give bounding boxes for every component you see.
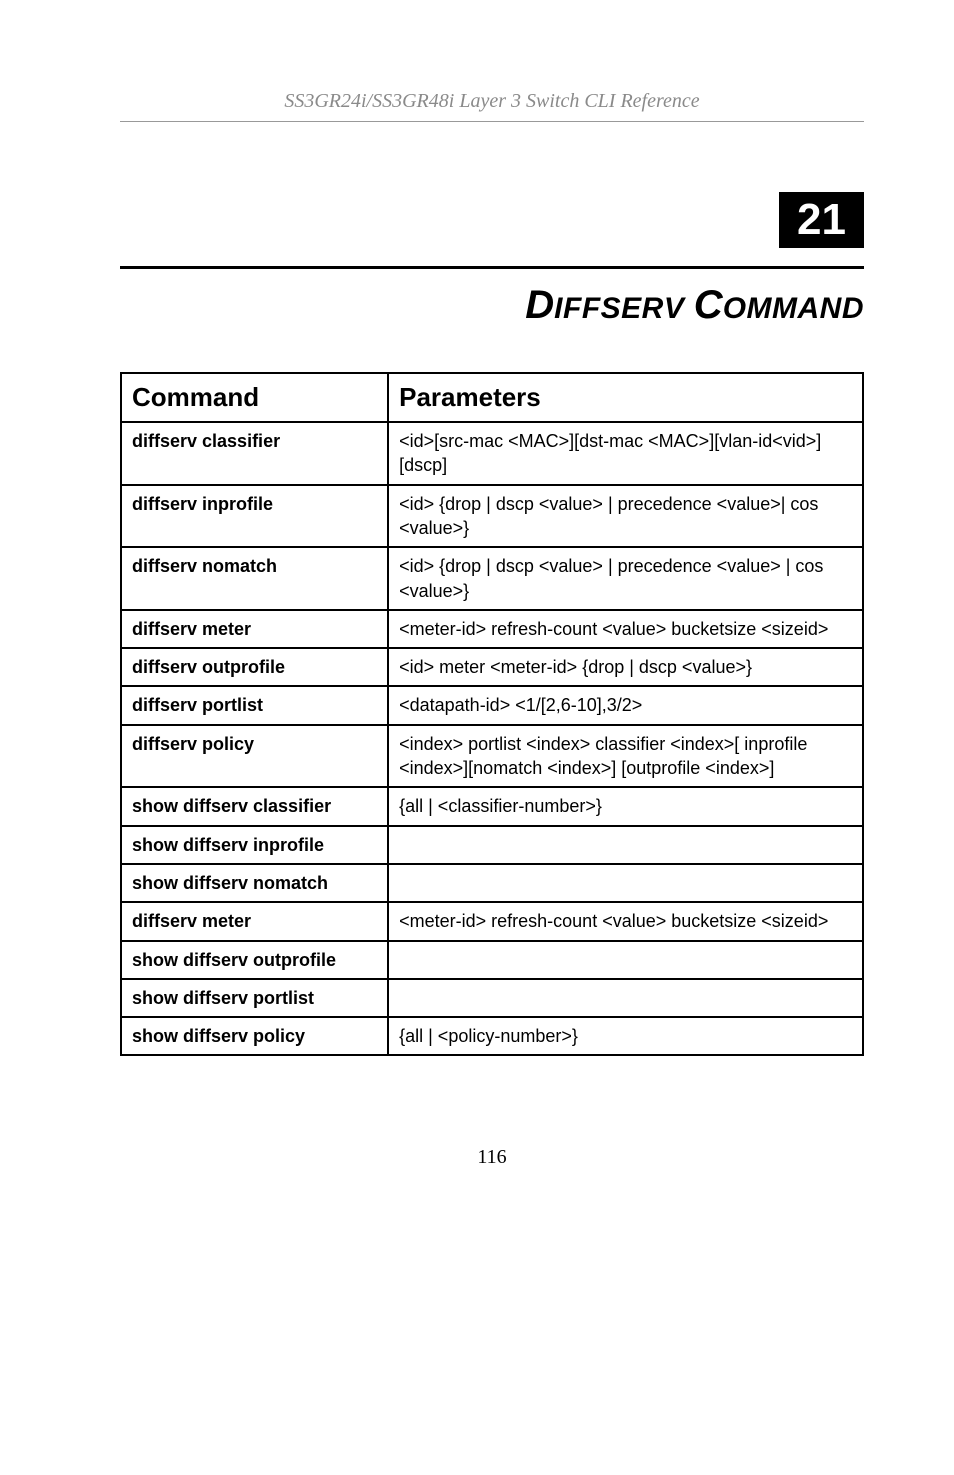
table-header-row: Command Parameters [121, 373, 863, 422]
table-row: diffserv nomatch <id> {drop | dscp <valu… [121, 547, 863, 610]
table-row: show diffserv classifier {all | <classif… [121, 787, 863, 825]
params-cell [388, 864, 863, 902]
table-row: diffserv classifier <id>[src-mac <MAC>][… [121, 422, 863, 485]
chapter-title-word1-initial: D [525, 283, 554, 327]
command-cell: diffserv classifier [121, 422, 388, 485]
params-cell: <id> {drop | dscp <value> | precedence <… [388, 547, 863, 610]
command-cell: diffserv nomatch [121, 547, 388, 610]
command-cell: diffserv portlist [121, 686, 388, 724]
table-row: show diffserv inprofile [121, 826, 863, 864]
params-cell: <datapath-id> <1/[2,6-10],3/2> [388, 686, 863, 724]
params-cell: <id> {drop | dscp <value> | precedence <… [388, 485, 863, 548]
chapter-title-word1-rest: IFFSERV [554, 292, 684, 325]
command-cell: diffserv meter [121, 902, 388, 940]
table-row: diffserv meter <meter-id> refresh-count … [121, 902, 863, 940]
command-cell: diffserv outprofile [121, 648, 388, 686]
chapter-title-word2-initial: C [694, 283, 723, 327]
params-cell: {all | <classifier-number>} [388, 787, 863, 825]
table-header-parameters: Parameters [388, 373, 863, 422]
command-cell: show diffserv nomatch [121, 864, 388, 902]
table-row: show diffserv portlist [121, 979, 863, 1017]
table-row: diffserv meter <meter-id> refresh-count … [121, 610, 863, 648]
table-row: diffserv portlist <datapath-id> <1/[2,6-… [121, 686, 863, 724]
chapter-rule [120, 266, 864, 269]
chapter-title: DIFFSERV COMMAND [120, 283, 864, 328]
params-cell: <meter-id> refresh-count <value> buckets… [388, 902, 863, 940]
command-cell: show diffserv policy [121, 1017, 388, 1055]
table-row: show diffserv nomatch [121, 864, 863, 902]
command-cell: show diffserv inprofile [121, 826, 388, 864]
table-row: diffserv outprofile <id> meter <meter-id… [121, 648, 863, 686]
command-cell: diffserv policy [121, 725, 388, 788]
params-cell: {all | <policy-number>} [388, 1017, 863, 1055]
table-header-command: Command [121, 373, 388, 422]
command-cell: diffserv meter [121, 610, 388, 648]
table-row: show diffserv outprofile [121, 941, 863, 979]
command-cell: show diffserv outprofile [121, 941, 388, 979]
params-cell: <meter-id> refresh-count <value> buckets… [388, 610, 863, 648]
doc-header-title: SS3GR24i/SS3GR48i Layer 3 Switch CLI Ref… [120, 90, 864, 122]
commands-table: Command Parameters diffserv classifier <… [120, 372, 864, 1056]
table-row: show diffserv policy {all | <policy-numb… [121, 1017, 863, 1055]
command-cell: diffserv inprofile [121, 485, 388, 548]
table-row: diffserv policy <index> portlist <index>… [121, 725, 863, 788]
command-cell: show diffserv portlist [121, 979, 388, 1017]
table-row: diffserv inprofile <id> {drop | dscp <va… [121, 485, 863, 548]
params-cell: <index> portlist <index> classifier <ind… [388, 725, 863, 788]
command-cell: show diffserv classifier [121, 787, 388, 825]
chapter-title-word2-rest: OMMAND [723, 292, 864, 325]
params-cell [388, 979, 863, 1017]
chapter-number-badge: 21 [779, 192, 864, 248]
params-cell: <id> meter <meter-id> {drop | dscp <valu… [388, 648, 863, 686]
params-cell [388, 941, 863, 979]
params-cell: <id>[src-mac <MAC>][dst-mac <MAC>][vlan-… [388, 422, 863, 485]
params-cell [388, 826, 863, 864]
page-number: 116 [120, 1146, 864, 1169]
